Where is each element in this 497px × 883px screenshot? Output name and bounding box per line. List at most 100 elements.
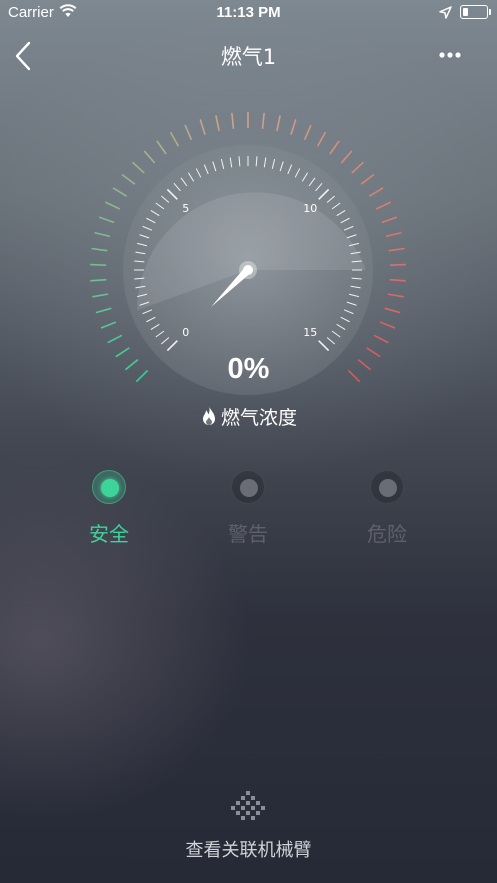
gauge-minor-tick xyxy=(180,177,188,187)
gauge-outer-tick xyxy=(112,187,128,197)
gauge-sector xyxy=(137,192,366,311)
gauge-outer-tick xyxy=(107,334,123,344)
gauge-minor-tick xyxy=(343,225,354,231)
gauge-label: 燃气浓度 xyxy=(220,407,297,429)
gauge-minor-tick xyxy=(195,168,202,178)
gauge-label-row: 燃气浓度 xyxy=(0,403,497,430)
gauge-minor-tick xyxy=(150,323,160,330)
gauge-outer-tick xyxy=(215,115,220,132)
gauge-minor-tick xyxy=(137,242,147,247)
flame-icon xyxy=(202,406,215,425)
gauge-minor-tick xyxy=(160,337,170,345)
gauge-minor-tick xyxy=(220,159,225,169)
gauge-outer-tick xyxy=(373,334,389,344)
gauge-outer-tick xyxy=(94,231,111,238)
gauge-minor-tick xyxy=(229,157,233,168)
gauge-outer-tick xyxy=(329,140,340,155)
gauge-outer-tick xyxy=(95,307,112,314)
level-danger-indicator xyxy=(370,470,404,504)
gauge-minor-tick xyxy=(155,330,165,338)
gauge-outer-tick xyxy=(351,161,365,174)
gauge-outer-tick xyxy=(143,150,156,164)
gauge-tick-label: 10 xyxy=(303,202,317,215)
gauge-outer-tick xyxy=(379,321,396,329)
gauge-outer-tick xyxy=(290,119,297,135)
gauge-outer-tick xyxy=(384,307,401,314)
gauge-minor-tick xyxy=(351,277,362,280)
gauge-outer-tick xyxy=(91,247,108,252)
gauge-outer-tick xyxy=(316,131,327,147)
gauge-minor-tick xyxy=(349,293,359,298)
gauge-outer-tick xyxy=(261,112,265,129)
gauge-outer-tick xyxy=(303,124,312,141)
gauge-minor-tick xyxy=(331,330,341,338)
battery-cap xyxy=(489,9,491,15)
gauge-outer-tick xyxy=(381,216,398,224)
gauge-minor-tick xyxy=(137,293,147,298)
page-title: 燃气1 xyxy=(220,45,277,69)
gauge-outer-tick xyxy=(98,216,115,224)
gauge-minor-tick xyxy=(349,242,359,247)
gauge-minor-tick xyxy=(135,285,146,289)
gauge-outer-tick xyxy=(121,173,136,185)
level-warning[interactable]: 警告 xyxy=(203,470,293,547)
battery-icon xyxy=(460,5,488,19)
gauge-minor-tick xyxy=(146,217,156,224)
gauge-minor-tick xyxy=(166,188,178,200)
gauge-tick-label: 0 xyxy=(182,326,189,339)
gauge-outer-tick xyxy=(169,131,180,147)
level-warning-label: 警告 xyxy=(228,522,268,546)
gauge-outer-tick xyxy=(360,173,375,185)
gauge-minor-tick xyxy=(238,156,241,167)
gauge-minor-tick xyxy=(255,156,258,167)
gauge-minor-tick xyxy=(279,161,284,172)
gauge-minor-tick xyxy=(294,168,301,178)
more-dots-icon xyxy=(439,52,461,58)
clock: 11:13 PM xyxy=(216,4,281,21)
battery-level-fill xyxy=(463,8,468,16)
gauge-minor-tick xyxy=(346,234,357,239)
gauge-outer-tick xyxy=(388,247,405,252)
gauge-outer-tick xyxy=(104,201,121,210)
level-danger-label: 危险 xyxy=(367,522,407,546)
gauge-outer-tick xyxy=(385,231,402,238)
gauge-minor-tick xyxy=(146,316,156,323)
gauge-value: 0% xyxy=(227,353,270,385)
gauge-tick-label: 5 xyxy=(182,202,189,215)
gauge-minor-tick xyxy=(139,234,150,239)
level-danger[interactable]: 危险 xyxy=(342,470,432,547)
gauge-needle xyxy=(211,267,251,307)
gauge-hub-ring xyxy=(239,261,257,279)
gauge-minor-tick xyxy=(212,161,217,172)
gauge-minor-tick xyxy=(150,210,160,217)
gauge-minor-tick xyxy=(160,195,170,203)
gauge-outer-tick xyxy=(231,112,235,129)
gauge-minor-tick xyxy=(326,195,336,203)
gauge-minor-tick xyxy=(343,309,354,315)
more-button[interactable] xyxy=(434,46,468,64)
gauge-outer-tick xyxy=(368,187,384,197)
gauge-minor-tick xyxy=(142,225,153,231)
gauge-minor-tick xyxy=(326,337,336,345)
view-linked-arm-link[interactable]: 查看关联机械臂 xyxy=(0,790,497,861)
gauge-minor-tick xyxy=(340,217,350,224)
gauge-outer-tick xyxy=(184,124,193,141)
gauge-minor-tick xyxy=(287,164,293,175)
gauge-minor-tick xyxy=(135,251,146,255)
level-safe[interactable]: 安全 xyxy=(64,470,154,547)
gauge-outer-tick xyxy=(375,201,392,210)
gauge-minor-tick xyxy=(351,260,362,263)
level-safe-indicator xyxy=(92,470,126,504)
gauge-minor-tick xyxy=(271,159,276,169)
gauge-minor-tick xyxy=(346,301,357,306)
expand-up-icon xyxy=(231,791,265,820)
gauge-minor-tick xyxy=(134,277,145,280)
gauge-outer-tick xyxy=(100,321,117,329)
gauge-minor-tick xyxy=(139,301,150,306)
gauge-minor-tick xyxy=(308,177,316,187)
gauge-minor-tick xyxy=(188,172,195,182)
gauge-minor-tick xyxy=(315,182,323,192)
gauge-minor-tick xyxy=(301,172,308,182)
gauge-minor-tick xyxy=(340,316,350,323)
gauge-outer-tick xyxy=(90,278,107,282)
